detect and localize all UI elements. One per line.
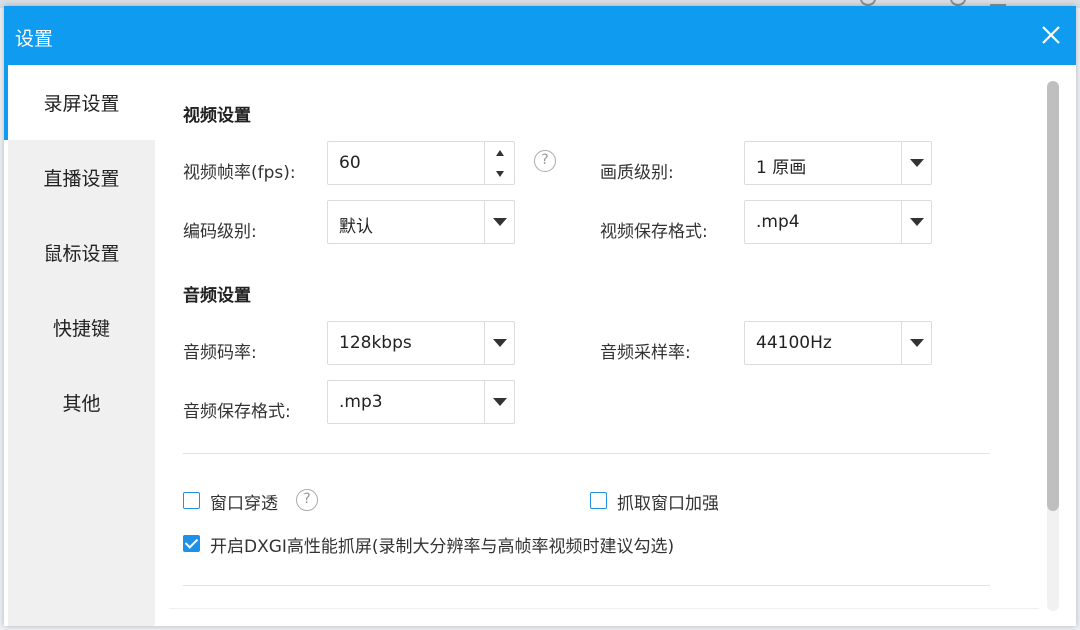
arrow-down-icon (495, 170, 504, 177)
audio-bitrate-dropdown-button[interactable] (484, 322, 514, 364)
sidebar-item-mouse-settings[interactable]: 鼠标设置 (8, 215, 155, 290)
fps-value[interactable]: 60 (339, 153, 361, 173)
capture-enhance-checkbox[interactable] (590, 492, 607, 509)
video-section-title: 视频设置 (183, 106, 251, 126)
sidebar-item-label: 录屏设置 (43, 93, 120, 115)
sidebar-item-label: 其他 (62, 393, 101, 415)
window-through-checkbox[interactable] (183, 492, 200, 509)
fps-label: 视频帧率(fps): (183, 163, 296, 183)
encode-value: 默认 (339, 217, 373, 237)
chevron-down-icon (909, 339, 924, 347)
close-icon (1042, 26, 1060, 44)
window-through-label[interactable]: 窗口穿透 (210, 489, 278, 514)
audio-format-value: .mp3 (339, 392, 383, 412)
audio-samplerate-dropdown-button[interactable] (901, 322, 931, 364)
audio-format-select[interactable]: .mp3 (327, 380, 515, 424)
section-divider (183, 585, 990, 586)
quality-value: 1 原画 (756, 158, 807, 178)
dxgi-checkbox[interactable] (183, 535, 200, 552)
audio-samplerate-value: 44100Hz (756, 333, 832, 353)
close-button[interactable] (1038, 22, 1064, 48)
video-format-select[interactable]: .mp4 (744, 200, 932, 244)
quality-select[interactable]: 1 原画 (744, 141, 932, 185)
fps-increment-button[interactable] (485, 142, 514, 163)
quality-dropdown-button[interactable] (901, 142, 931, 184)
video-format-label: 视频保存格式: (600, 222, 708, 242)
scrollbar-thumb[interactable] (1047, 81, 1059, 511)
audio-bitrate-select[interactable]: 128kbps (327, 321, 515, 365)
audio-format-label: 音频保存格式: (183, 402, 291, 422)
chevron-down-icon (909, 218, 924, 226)
chevron-down-icon (492, 339, 507, 347)
sidebar-item-live-settings[interactable]: 直播设置 (8, 140, 155, 215)
sidebar-item-label: 直播设置 (43, 168, 120, 190)
sidebar-item-other[interactable]: 其他 (8, 365, 155, 440)
chevron-down-icon (492, 218, 507, 226)
sidebar-item-label: 鼠标设置 (43, 243, 120, 265)
encode-select[interactable]: 默认 (327, 200, 515, 244)
sidebar: 录屏设置 直播设置 鼠标设置 快捷键 其他 (4, 65, 155, 626)
settings-content: 视频设置 视频帧率(fps): 60 ? 画质级别: 1 原画 编码级别: 默认… (155, 65, 1076, 626)
title-bar: 设置 (4, 6, 1076, 65)
chevron-down-icon (909, 159, 924, 167)
sidebar-item-record-settings[interactable]: 录屏设置 (4, 65, 155, 140)
fps-decrement-button[interactable] (485, 163, 514, 184)
audio-format-dropdown-button[interactable] (484, 381, 514, 423)
footer-divider (169, 608, 1039, 609)
sidebar-item-label: 快捷键 (52, 318, 110, 340)
fps-spinner (484, 142, 514, 184)
quality-label: 画质级别: (600, 163, 674, 183)
fps-help-icon[interactable]: ? (534, 150, 556, 172)
dxgi-label[interactable]: 开启DXGI高性能抓屏(录制大分辨率与高帧率视频时建议勾选) (210, 532, 674, 557)
sidebar-item-hotkeys[interactable]: 快捷键 (8, 290, 155, 365)
vertical-scrollbar[interactable] (1047, 81, 1059, 611)
audio-samplerate-select[interactable]: 44100Hz (744, 321, 932, 365)
audio-bitrate-value: 128kbps (339, 333, 412, 353)
arrow-up-icon (495, 149, 504, 156)
audio-section-title: 音频设置 (183, 286, 251, 306)
encode-dropdown-button[interactable] (484, 201, 514, 243)
window-through-help-icon[interactable]: ? (296, 489, 318, 511)
capture-enhance-label[interactable]: 抓取窗口加强 (617, 489, 719, 514)
fps-stepper[interactable]: 60 (327, 141, 515, 185)
video-format-value: .mp4 (756, 212, 800, 232)
dialog-title: 设置 (15, 28, 54, 50)
audio-samplerate-label: 音频采样率: (600, 343, 691, 363)
settings-dialog: 设置 录屏设置 直播设置 鼠标设置 快捷键 其他 视频设置 视频帧率(fps): (4, 6, 1076, 626)
encode-label: 编码级别: (183, 222, 257, 242)
video-format-dropdown-button[interactable] (901, 201, 931, 243)
audio-bitrate-label: 音频码率: (183, 343, 257, 363)
chevron-down-icon (492, 398, 507, 406)
section-divider (183, 453, 990, 454)
